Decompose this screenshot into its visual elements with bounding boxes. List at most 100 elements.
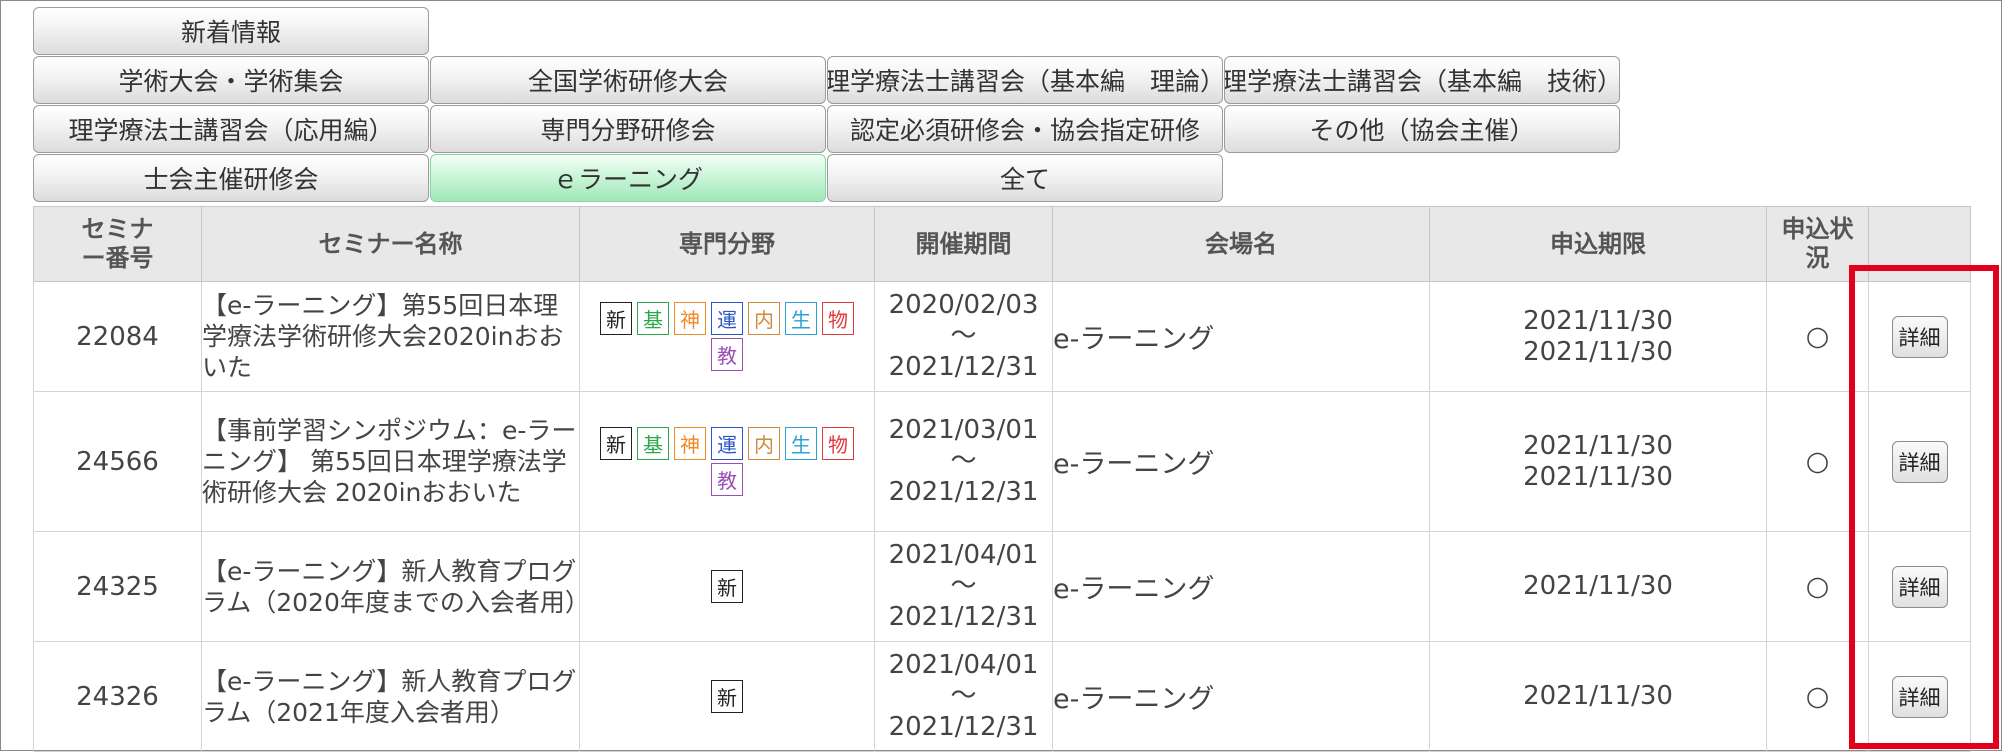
detail-cell: 詳細 <box>1868 531 1971 642</box>
period-separator: ～ <box>950 681 977 711</box>
motor-tag: 運 <box>711 427 743 460</box>
period-cell: 2021/04/01 ～ 2021/12/31 <box>874 531 1053 642</box>
application-status: ○ <box>1766 281 1869 392</box>
application-status: ○ <box>1766 531 1869 642</box>
field-tag-row: 新 <box>580 680 874 713</box>
neuro-tag: 神 <box>674 302 706 335</box>
header-status: 申込状況 <box>1766 206 1869 282</box>
field-tag-row: 教 <box>580 463 874 496</box>
detail-button[interactable]: 詳細 <box>1891 565 1948 608</box>
field-tag-row: 教 <box>580 338 874 371</box>
table-header-row: セミナー番号 セミナー名称 専門分野 開催期間 会場名 申込期限 申込状況 <box>33 206 1971 282</box>
neuro-tag: 神 <box>674 427 706 460</box>
tab-national-training[interactable]: 全国学術研修大会 <box>430 56 826 104</box>
period-cell: 2021/03/01 ～ 2021/12/31 <box>874 391 1053 532</box>
tab-elearning[interactable]: ｅラーニング <box>430 154 826 202</box>
venue: e-ラーニング <box>1052 641 1430 752</box>
deadline-primary: 2021/11/30 <box>1523 305 1673 336</box>
header-venue: 会場名 <box>1052 206 1430 282</box>
detail-button[interactable]: 詳細 <box>1891 675 1948 718</box>
detail-cell: 詳細 <box>1868 641 1971 752</box>
deadline-cell: 2021/11/30 <box>1429 531 1767 642</box>
seminar-number: 24566 <box>33 391 202 532</box>
seminar-name: 【事前学習シンポジウム：e-ラーニング】 第55回日本理学療法学術研修大会 20… <box>201 391 580 532</box>
education-tag: 教 <box>711 338 743 371</box>
deadline-secondary: 2021/11/30 <box>1523 461 1673 492</box>
deadline-cell: 2021/11/30 2021/11/30 <box>1429 281 1767 392</box>
field-tag-row: 新 <box>580 570 874 603</box>
life-tag: 生 <box>785 302 817 335</box>
detail-button[interactable]: 詳細 <box>1891 440 1948 483</box>
internal-tag: 内 <box>748 427 780 460</box>
table-row: 24566 【事前学習シンポジウム：e-ラーニング】 第55回日本理学療法学術研修… <box>33 391 1971 532</box>
seminar-number: 24325 <box>33 531 202 642</box>
seminar-number: 22084 <box>33 281 202 392</box>
header-seminar-name: セミナー名称 <box>201 206 580 282</box>
new-tag: 新 <box>600 427 632 460</box>
physical-tag: 物 <box>822 302 854 335</box>
period-start: 2021/04/01 <box>888 540 1039 570</box>
deadline-secondary: 2021/11/30 <box>1523 336 1673 367</box>
field-tags: 新基神運内生物教 <box>579 391 875 532</box>
header-seminar-number: セミナー番号 <box>33 206 202 282</box>
seminar-table: セミナー番号 セミナー名称 専門分野 開催期間 会場名 申込期限 申込状況 22… <box>33 206 1971 752</box>
application-status: ○ <box>1766 641 1869 752</box>
seminar-number: 24326 <box>33 641 202 752</box>
period-end: 2021/12/31 <box>888 602 1039 632</box>
tab-branch-seminar[interactable]: 士会主催研修会 <box>33 154 429 202</box>
new-tag: 新 <box>711 570 743 603</box>
seminar-name: 【e-ラーニング】新人教育プログラム（2021年度入会者用） <box>201 641 580 752</box>
application-status: ○ <box>1766 391 1869 532</box>
table-row: 24326 【e-ラーニング】新人教育プログラム（2021年度入会者用） 新 2021… <box>33 641 1971 752</box>
period-cell: 2021/04/01 ～ 2021/12/31 <box>874 641 1053 752</box>
tab-new-info[interactable]: 新着情報 <box>33 7 429 55</box>
deadline-cell: 2021/11/30 <box>1429 641 1767 752</box>
physical-tag: 物 <box>822 427 854 460</box>
period-start: 2021/04/01 <box>888 650 1039 680</box>
deadline-primary: 2021/11/30 <box>1523 430 1673 461</box>
deadline-primary: 2021/11/30 <box>1523 571 1673 601</box>
period-cell: 2020/02/03 ～ 2021/12/31 <box>874 281 1053 392</box>
table-row: 22084 【e-ラーニング】第55回日本理学療法学術研修大会2020inおおいた… <box>33 281 1971 392</box>
deadline-cell: 2021/11/30 2021/11/30 <box>1429 391 1767 532</box>
period-separator: ～ <box>950 446 977 476</box>
field-tags: 新 <box>579 531 875 642</box>
period-start: 2021/03/01 <box>888 415 1039 445</box>
tab-other-association[interactable]: その他（協会主催） <box>1224 105 1620 153</box>
table-row: 24325 【e-ラーニング】新人教育プログラム（2020年度までの入会者用） 新 2… <box>33 531 1971 642</box>
basic-tag: 基 <box>637 427 669 460</box>
field-tags: 新基神運内生物教 <box>579 281 875 392</box>
tab-basic-technique[interactable]: 理学療法士講習会（基本編 技術） <box>1224 56 1620 104</box>
new-tag: 新 <box>600 302 632 335</box>
basic-tag: 基 <box>637 302 669 335</box>
tab-basic-theory[interactable]: 理学療法士講習会（基本編 理論） <box>827 56 1223 104</box>
seminar-name: 【e-ラーニング】新人教育プログラム（2020年度までの入会者用） <box>201 531 590 642</box>
life-tag: 生 <box>785 427 817 460</box>
period-separator: ～ <box>950 321 977 351</box>
header-deadline: 申込期限 <box>1429 206 1767 282</box>
internal-tag: 内 <box>748 302 780 335</box>
education-tag: 教 <box>711 463 743 496</box>
period-separator: ～ <box>950 571 977 601</box>
period-end: 2021/12/31 <box>888 477 1039 507</box>
tab-applied[interactable]: 理学療法士講習会（応用編） <box>33 105 429 153</box>
detail-button[interactable]: 詳細 <box>1891 315 1948 358</box>
venue: e-ラーニング <box>1052 281 1430 392</box>
new-tag: 新 <box>711 680 743 713</box>
period-end: 2021/12/31 <box>888 352 1039 382</box>
header-detail <box>1868 206 1971 282</box>
field-tags: 新 <box>579 641 875 752</box>
detail-cell: 詳細 <box>1868 281 1971 392</box>
header-period: 開催期間 <box>874 206 1053 282</box>
detail-cell: 詳細 <box>1868 391 1971 532</box>
motor-tag: 運 <box>711 302 743 335</box>
tab-certification[interactable]: 認定必須研修会・協会指定研修 <box>827 105 1223 153</box>
period-start: 2020/02/03 <box>888 290 1039 320</box>
deadline-primary: 2021/11/30 <box>1523 681 1673 711</box>
field-tag-row: 新基神運内生物 <box>580 427 874 460</box>
field-tag-row: 新基神運内生物 <box>580 302 874 335</box>
tab-all[interactable]: 全て <box>827 154 1223 202</box>
tab-academic-conference[interactable]: 学術大会・学術集会 <box>33 56 429 104</box>
header-field: 専門分野 <box>579 206 875 282</box>
tab-specialty[interactable]: 専門分野研修会 <box>430 105 826 153</box>
